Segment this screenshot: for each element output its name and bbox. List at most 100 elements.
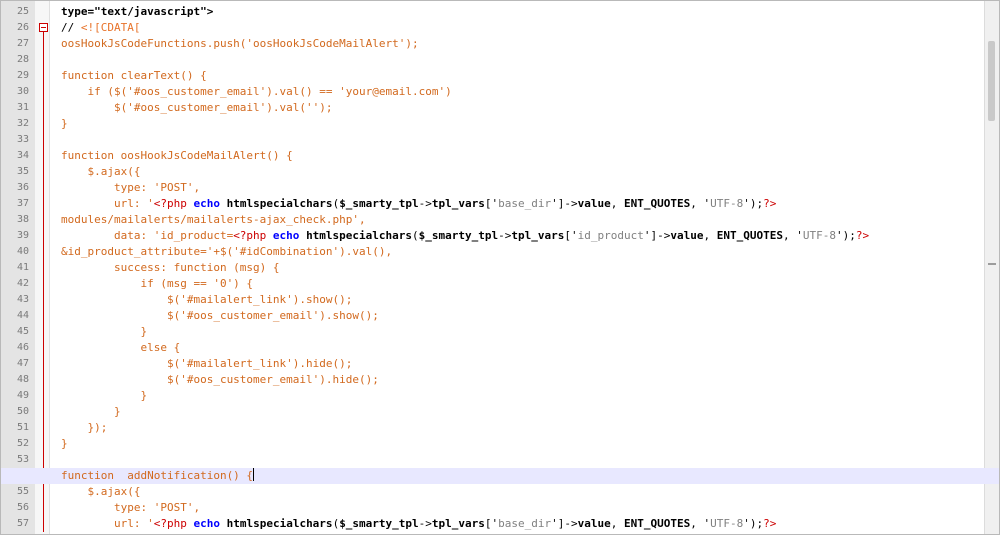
code-token: [': [484, 197, 499, 210]
fold-guide-line: [39, 100, 48, 116]
code-line[interactable]: if ($('#oos_customer_email').val() == 'y…: [49, 84, 985, 100]
code-token: &id_product_attribute='+$('#idCombinatio…: [61, 245, 393, 258]
code-token: url: ': [61, 197, 154, 210]
code-token: ');: [743, 517, 764, 530]
line-number: 44: [16, 310, 29, 321]
code-token: $.ajax({: [61, 485, 141, 498]
code-token: , ': [782, 229, 803, 242]
fold-collapse-icon[interactable]: [39, 20, 48, 36]
code-line[interactable]: }: [49, 116, 985, 132]
code-line[interactable]: [49, 132, 985, 148]
line-number: 56: [16, 502, 29, 513]
code-text: $.ajax({: [61, 484, 140, 500]
code-token: ']->: [643, 229, 671, 242]
vertical-scrollbar[interactable]: [984, 1, 999, 534]
code-token: $.ajax({: [61, 165, 141, 178]
code-line[interactable]: });: [49, 420, 985, 436]
code-token: success: function (msg) {: [61, 261, 280, 274]
code-text: type: 'POST',: [61, 500, 200, 516]
code-line[interactable]: $('#oos_customer_email').show();: [49, 308, 985, 324]
code-token: ->: [418, 517, 432, 530]
code-text: oosHookJsCodeFunctions.push('oosHookJsCo…: [61, 36, 419, 52]
code-line[interactable]: [49, 52, 985, 68]
fold-guide-line: [39, 68, 48, 84]
code-token: ?>: [763, 517, 777, 530]
code-line[interactable]: $.ajax({: [49, 164, 985, 180]
code-line[interactable]: $('#oos_customer_email').val('');: [49, 100, 985, 116]
code-line[interactable]: &id_product_attribute='+$('#idCombinatio…: [49, 244, 985, 260]
code-text: type: 'POST',: [61, 180, 200, 196]
code-token: tpl_vars: [431, 197, 485, 210]
code-token: $_smarty_tpl: [418, 229, 499, 242]
code-line[interactable]: function clearText() {: [49, 68, 985, 84]
line-number: 42: [16, 278, 29, 289]
code-line[interactable]: if (msg == '0') {: [49, 276, 985, 292]
code-line[interactable]: else {: [49, 340, 985, 356]
code-line[interactable]: url: '<?php echo htmlspecialchars($_smar…: [49, 516, 985, 532]
code-line[interactable]: }: [49, 404, 985, 420]
line-number: 27: [16, 38, 29, 49]
code-line[interactable]: function oosHookJsCodeMailAlert() {: [49, 148, 985, 164]
code-text: url: '<?php echo htmlspecialchars($_smar…: [61, 516, 776, 532]
fold-guide-line: [39, 212, 48, 228]
code-line[interactable]: function addNotification() {: [1, 468, 999, 484]
code-line[interactable]: success: function (msg) {: [49, 260, 985, 276]
code-line[interactable]: type="text/javascript">: [49, 4, 985, 20]
code-line[interactable]: type: 'POST',: [49, 500, 985, 516]
line-number: 43: [16, 294, 29, 305]
code-text: function oosHookJsCodeMailAlert() {: [61, 148, 293, 164]
line-number: 52: [16, 438, 29, 449]
fold-guide-line: [39, 292, 48, 308]
code-text: $('#oos_customer_email').hide();: [61, 372, 379, 388]
fold-guide-line: [39, 388, 48, 404]
code-line[interactable]: data: 'id_product=<?php echo htmlspecial…: [49, 228, 985, 244]
code-token: modules/mailalerts/mailalerts-ajax_check…: [61, 213, 366, 226]
code-token: ?>: [855, 229, 870, 242]
scrollbar-thumb[interactable]: [988, 41, 995, 121]
code-token: $_smarty_tpl: [339, 197, 419, 210]
code-text: });: [61, 420, 107, 436]
line-number: 31: [16, 102, 29, 113]
code-token: type: 'POST',: [61, 501, 201, 514]
code-line[interactable]: type: 'POST',: [49, 180, 985, 196]
code-line[interactable]: $('#mailalert_link').show();: [49, 292, 985, 308]
code-line[interactable]: }: [49, 436, 985, 452]
line-number: 28: [16, 54, 29, 65]
code-token: //: [61, 21, 81, 34]
line-number: 41: [16, 262, 29, 273]
fold-guide-line: [39, 116, 48, 132]
code-line[interactable]: url: '<?php echo htmlspecialchars($_smar…: [49, 196, 985, 212]
line-number: 57: [16, 518, 29, 529]
code-text: }: [61, 388, 147, 404]
code-token: base_dir: [498, 517, 552, 530]
code-text: $('#oos_customer_email').val('');: [61, 100, 333, 116]
fold-guide-line: [39, 484, 48, 500]
code-token: $('#oos_customer_email').show();: [61, 309, 379, 322]
code-line[interactable]: }: [49, 324, 985, 340]
line-number: 35: [16, 166, 29, 177]
fold-guide-line: [39, 132, 48, 148]
fold-guide-line: [39, 148, 48, 164]
code-line[interactable]: oosHookJsCodeFunctions.push('oosHookJsCo…: [49, 36, 985, 52]
code-token: ->: [418, 197, 432, 210]
code-line[interactable]: $('#oos_customer_email').hide();: [49, 372, 985, 388]
line-number: 53: [16, 454, 29, 465]
line-number: 39: [16, 230, 29, 241]
code-text: if (msg == '0') {: [61, 276, 253, 292]
code-text: success: function (msg) {: [61, 260, 280, 276]
code-editor[interactable]: 25 type="text/javascript"> 26 // <![CDATA[2…: [0, 0, 1000, 535]
code-token: [': [564, 229, 578, 242]
code-text: }: [61, 436, 68, 452]
code-token: if (msg == '0') {: [61, 277, 254, 290]
code-line[interactable]: modules/mailalerts/mailalerts-ajax_check…: [49, 212, 985, 228]
code-line[interactable]: }: [49, 388, 985, 404]
code-token: else {: [61, 341, 181, 354]
code-line[interactable]: // <![CDATA[: [49, 20, 985, 36]
code-line[interactable]: $.ajax({: [49, 484, 985, 500]
code-token: function oosHookJsCodeMailAlert() {: [61, 149, 293, 162]
code-line[interactable]: $('#mailalert_link').hide();: [49, 356, 985, 372]
code-line[interactable]: [49, 452, 985, 468]
line-number: 33: [16, 134, 29, 145]
code-text: type="text/javascript">: [61, 4, 213, 20]
line-number: 34: [16, 150, 29, 161]
